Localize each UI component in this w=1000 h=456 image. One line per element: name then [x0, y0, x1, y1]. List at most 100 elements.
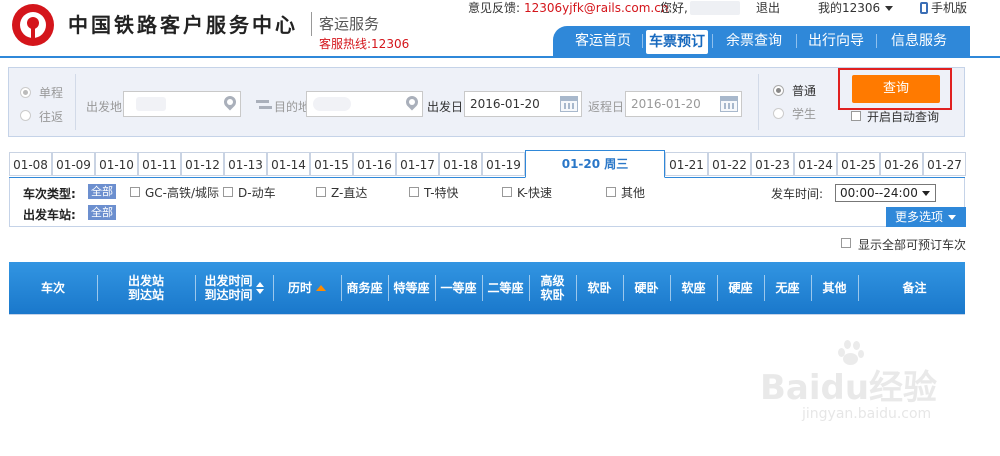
train-type-checkbox-t[interactable] — [409, 187, 419, 197]
train-type-checkbox-d[interactable] — [223, 187, 233, 197]
date-tab[interactable]: 01-19 — [482, 152, 525, 176]
watermark-text: Baidu经验 — [760, 368, 938, 408]
my-12306-label: 我的12306 — [818, 1, 881, 15]
calendar-icon[interactable] — [560, 96, 578, 112]
nav-remaining-tickets[interactable]: 余票查询 — [717, 26, 791, 56]
train-type-checkbox-k[interactable] — [502, 187, 512, 197]
column-header-label: 软座 — [681, 281, 706, 295]
to-station-input[interactable] — [306, 91, 423, 117]
date-tab[interactable]: 01-15 — [310, 152, 353, 176]
date-tab[interactable]: 01-17 — [396, 152, 439, 176]
column-divider — [195, 275, 196, 301]
username-redacted[interactable] — [690, 1, 740, 15]
date-tab[interactable]: 01-11 — [138, 152, 181, 176]
column-divider — [273, 275, 274, 301]
column-header-hard_sleeper: 硬卧 — [623, 262, 670, 314]
sort-icon[interactable] — [255, 282, 264, 294]
main-nav: 客运首页 车票预订 余票查询 出行向导 信息服务 — [553, 26, 970, 56]
calendar-icon[interactable] — [720, 96, 738, 112]
date-tab[interactable]: 01-22 — [708, 152, 751, 176]
round-trip-label: 往返 — [39, 110, 64, 124]
sort-ascending-icon[interactable] — [316, 285, 326, 291]
column-header-times[interactable]: 出发时间 到达时间 — [195, 262, 273, 314]
show-all-checkbox[interactable] — [841, 238, 851, 248]
swap-stations-icon[interactable] — [256, 99, 272, 111]
normal-ticket-radio[interactable] — [773, 85, 784, 96]
return-date-input[interactable]: 2016-01-20 — [625, 91, 742, 117]
column-divider — [764, 275, 765, 301]
column-header-label: 一等座 — [440, 281, 477, 295]
column-divider — [717, 275, 718, 301]
from-station-input[interactable] — [123, 91, 241, 117]
column-divider — [341, 275, 342, 301]
date-tab[interactable]: 01-27 — [923, 152, 966, 176]
column-header-train: 车次 — [9, 262, 97, 314]
date-tab[interactable]: 01-16 — [353, 152, 396, 176]
baidu-watermark: Baidu经验 jingyan.baidu.com — [752, 338, 952, 428]
date-tab-active[interactable]: 01-20 周三 — [525, 150, 665, 178]
date-tab[interactable]: 01-10 — [95, 152, 138, 176]
train-type-label-d: D-动车 — [238, 186, 276, 200]
date-tab[interactable]: 01-23 — [751, 152, 794, 176]
column-divider — [482, 275, 483, 301]
column-divider — [858, 275, 859, 301]
date-tab[interactable]: 01-08 — [9, 152, 52, 176]
date-tab[interactable]: 01-12 — [181, 152, 224, 176]
one-way-radio[interactable] — [20, 87, 31, 98]
nav-travel-guide[interactable]: 出行向导 — [799, 26, 873, 56]
to-label: 目的地 — [274, 100, 311, 114]
query-button[interactable]: 查询 — [852, 75, 940, 103]
greeting-text: 您好, — [660, 1, 688, 15]
date-tab[interactable]: 01-26 — [880, 152, 923, 176]
depart-time-select[interactable]: 00:00--24:00 — [835, 184, 936, 202]
auto-query-checkbox[interactable] — [851, 111, 861, 121]
column-header-duration[interactable]: 历时 — [273, 262, 341, 314]
date-tab[interactable]: 01-18 — [439, 152, 482, 176]
location-pin-icon[interactable] — [403, 93, 421, 111]
nav-home[interactable]: 客运首页 — [565, 26, 641, 56]
column-header-label: 软卧 — [540, 288, 565, 302]
train-type-checkbox-gc[interactable] — [130, 187, 140, 197]
feedback-email-link[interactable]: 12306yjfk@rails.com.cn — [524, 0, 668, 16]
column-header-label: 车次 — [40, 281, 65, 295]
date-tab[interactable]: 01-25 — [837, 152, 880, 176]
column-divider — [97, 275, 98, 301]
railway-logo-icon[interactable] — [12, 4, 54, 46]
depart-station-all-button[interactable]: 全部 — [88, 205, 116, 220]
train-table-header: 车次 出发站 到达站 出发时间 到达时间 历时 商务座 特等座 一等座 二等座 高级 软卧 软卧 硬卧 软座… — [9, 262, 965, 314]
my-12306-menu[interactable]: 我的12306 — [818, 0, 894, 16]
table-bottom-rule — [9, 314, 965, 315]
brand-subtitle: 客运服务 — [319, 15, 380, 33]
location-pin-icon[interactable] — [221, 93, 239, 111]
site-header: 中国铁路客户服务中心 客运服务 客服热线:12306 意见反馈: 12306yj… — [0, 0, 1000, 56]
date-tab[interactable]: 01-13 — [224, 152, 267, 176]
column-header-standing: 无座 — [764, 262, 811, 314]
column-divider — [529, 275, 530, 301]
logout-link[interactable]: 退出 — [756, 0, 780, 16]
train-type-checkbox-z[interactable] — [316, 187, 326, 197]
round-trip-radio[interactable] — [20, 110, 31, 121]
column-header-label: 其他 — [822, 281, 847, 295]
student-ticket-radio[interactable] — [773, 108, 784, 119]
date-tab[interactable]: 01-09 — [52, 152, 95, 176]
column-header-soft_seat: 软座 — [670, 262, 717, 314]
depart-date-input[interactable]: 2016-01-20 — [464, 91, 582, 117]
more-options-button[interactable]: 更多选项 — [886, 207, 966, 227]
mobile-label: 手机版 — [931, 1, 968, 15]
train-type-all-button[interactable]: 全部 — [88, 184, 116, 199]
column-header-label: 二等座 — [487, 281, 524, 295]
column-header-label: 硬座 — [728, 281, 753, 295]
phone-icon — [920, 2, 928, 14]
column-header-label: 硬卧 — [634, 281, 659, 295]
normal-ticket-label: 普通 — [792, 84, 817, 98]
nav-info-services[interactable]: 信息服务 — [879, 26, 959, 56]
date-tab[interactable]: 01-24 — [794, 152, 837, 176]
train-type-checkbox-other[interactable] — [606, 187, 616, 197]
date-tab[interactable]: 01-21 — [665, 152, 708, 176]
mobile-link[interactable]: 手机版 — [920, 0, 967, 16]
date-tab[interactable]: 01-14 — [267, 152, 310, 176]
return-date-label: 返程日 — [588, 100, 625, 114]
depart-time-label: 发车时间: — [771, 187, 824, 201]
column-header-label: 出发站 — [127, 274, 164, 288]
nav-ticket-booking[interactable]: 车票预订 — [646, 30, 708, 54]
